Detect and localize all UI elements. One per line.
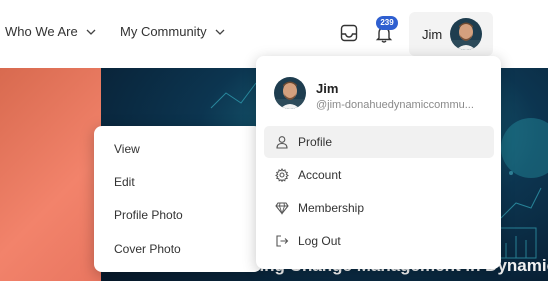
inbox-icon xyxy=(340,24,358,42)
nav-my-community[interactable]: My Community xyxy=(120,24,225,39)
menu-item-profile[interactable]: Profile xyxy=(264,126,494,158)
menu-item-profile-photo[interactable]: Profile Photo xyxy=(114,208,183,222)
menu-item-membership[interactable]: Membership xyxy=(264,192,494,224)
user-menu-button[interactable]: Jim xyxy=(409,12,493,56)
avatar xyxy=(274,77,306,109)
nav-my-community-label: My Community xyxy=(120,24,207,39)
user-dropdown-menu: Jim @jim-donahuedynamiccommu... Profile … xyxy=(256,56,501,269)
menu-item-view[interactable]: View xyxy=(114,142,140,156)
user-icon xyxy=(276,136,288,149)
diamond-icon xyxy=(275,202,289,215)
dropdown-user-name: Jim xyxy=(316,81,339,96)
menu-item-account[interactable]: Account xyxy=(264,159,494,191)
avatar xyxy=(450,18,482,50)
chevron-down-icon xyxy=(215,29,225,35)
notification-count-badge: 239 xyxy=(376,16,398,30)
inbox-button[interactable] xyxy=(339,23,359,43)
nav-who-we-are-label: Who We Are xyxy=(5,24,78,39)
logout-icon xyxy=(276,235,289,247)
menu-item-edit[interactable]: Edit xyxy=(114,175,135,189)
menu-item-cover-photo[interactable]: Cover Photo xyxy=(114,242,181,256)
cover-options-menu: View Edit Profile Photo Cover Photo xyxy=(94,126,262,272)
menu-item-log-out-label: Log Out xyxy=(298,234,341,248)
nav-who-we-are[interactable]: Who We Are xyxy=(5,24,96,39)
chevron-down-icon xyxy=(86,29,96,35)
gear-icon xyxy=(275,168,289,182)
menu-item-log-out[interactable]: Log Out xyxy=(264,225,494,257)
menu-item-profile-label: Profile xyxy=(298,135,333,149)
menu-item-account-label: Account xyxy=(298,168,342,182)
cover-image-left xyxy=(0,68,101,281)
menu-item-membership-label: Membership xyxy=(298,201,365,215)
dropdown-user-handle: @jim-donahuedynamiccommu... xyxy=(316,99,474,111)
user-name: Jim xyxy=(422,27,443,42)
